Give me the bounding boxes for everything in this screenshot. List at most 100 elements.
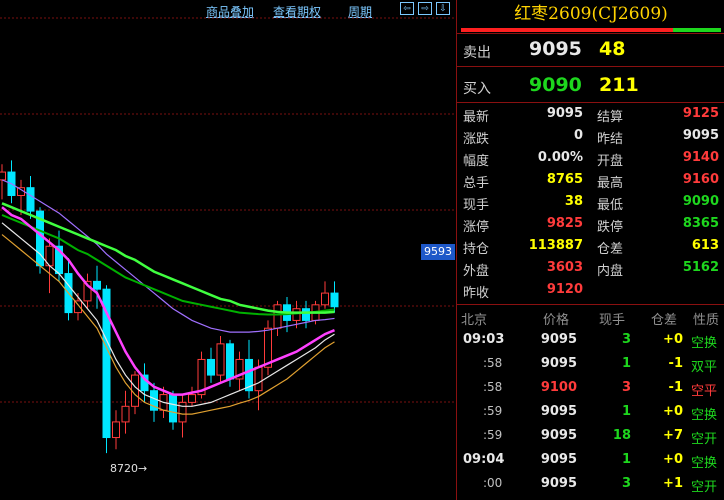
tick-oi-change: +7	[663, 428, 683, 443]
col-nature-header: 性质	[693, 313, 720, 328]
candle-body	[26, 187, 35, 212]
tick-oi-change: +1	[663, 476, 683, 491]
stat-value: 8365	[682, 216, 719, 231]
stat-label: 开盘	[597, 154, 624, 169]
buy-price[interactable]: 9090	[529, 74, 582, 96]
tick-row[interactable]: :00 9095 3 +1 空开	[457, 476, 724, 500]
stat-label: 结算	[597, 110, 624, 125]
stat-value: 5162	[682, 260, 719, 275]
stat-value: 113887	[528, 238, 583, 253]
buy-volume: 211	[599, 74, 639, 96]
tick-row[interactable]: :59 9095 1 +0 空换	[457, 404, 724, 428]
tick-nature: 空换	[691, 336, 718, 351]
tick-time: :58	[483, 380, 503, 394]
tick-oi-change: -1	[668, 380, 683, 395]
tick-nature: 双平	[691, 360, 718, 375]
tick-volume: 3	[621, 332, 631, 347]
tick-volume: 18	[612, 428, 631, 443]
stats-row: 涨停 9825 跌停 8365	[457, 216, 724, 238]
tick-volume: 3	[621, 380, 631, 395]
tick-row[interactable]: :58 9095 1 -1 双平	[457, 356, 724, 380]
tick-oi-change: +0	[663, 332, 683, 347]
stat-label: 最高	[597, 176, 624, 191]
tick-price: 9095	[540, 476, 577, 491]
stats-row: 总手 8765 最高 9160	[457, 172, 724, 194]
sell-price[interactable]: 9095	[529, 38, 582, 60]
kline-chart-panel[interactable]: 商品叠加 查看期权 周期 ⇦ ⇨ ⇩ 9593 8720→	[0, 0, 456, 500]
tick-time: :58	[483, 356, 503, 370]
stats-row: 持仓 113887 仓差 613	[457, 238, 724, 260]
stat-value: 9095	[682, 128, 719, 143]
stat-value: 9120	[546, 282, 583, 297]
tick-row[interactable]: :59 9095 18 +7 空开	[457, 428, 724, 452]
sell-label: 卖出	[463, 45, 491, 61]
tick-price: 9100	[540, 380, 577, 395]
tick-price: 9095	[540, 452, 577, 467]
candle-body	[188, 394, 196, 403]
stat-value: 9825	[546, 216, 583, 231]
col-time-header: 北京	[461, 313, 488, 328]
stat-label: 内盘	[597, 264, 624, 279]
stat-label: 总手	[463, 176, 490, 191]
divider	[457, 66, 724, 67]
tick-row[interactable]: 09:04 9095 1 +0 空换	[457, 452, 724, 476]
tick-time: 09:04	[463, 452, 505, 467]
candle-body	[207, 358, 215, 376]
quote-panel: 红枣2609(CJ2609) 卖出 9095 48 买入 9090 211 最新…	[456, 0, 724, 500]
stat-value: 3603	[546, 260, 583, 275]
candle-body	[330, 292, 339, 308]
col-oi-header: 仓差	[651, 313, 678, 328]
tick-time: :59	[483, 404, 503, 418]
candle-body	[112, 421, 120, 439]
stat-value: 0	[573, 128, 583, 143]
stats-row: 昨收 9120	[457, 282, 724, 304]
stat-value: 9160	[682, 172, 719, 187]
stat-label: 最新	[463, 110, 490, 125]
stat-label: 持仓	[463, 242, 490, 257]
divider	[457, 304, 724, 305]
stat-value: 8765	[546, 172, 583, 187]
tick-volume: 1	[621, 452, 631, 467]
stat-value: 9125	[682, 106, 719, 121]
stat-value: 613	[691, 238, 719, 253]
stat-label: 昨收	[463, 286, 490, 301]
stat-label: 涨停	[463, 220, 490, 235]
stat-value: 0.00%	[537, 150, 583, 165]
candle-body	[169, 394, 177, 423]
candle-body	[302, 308, 310, 321]
tick-oi-change: +0	[663, 452, 683, 467]
tick-volume: 1	[621, 404, 631, 419]
buy-strength-bar	[461, 28, 673, 32]
candle-body	[0, 171, 6, 181]
low-price-label: 8720→	[110, 462, 148, 475]
col-price-header: 价格	[543, 313, 570, 328]
tick-row[interactable]: 09:03 9095 3 +0 空换	[457, 332, 724, 356]
stat-label: 外盘	[463, 264, 490, 279]
crosshair-price-tag: 9593	[421, 244, 455, 260]
divider	[457, 102, 724, 103]
tick-nature: 空开	[691, 480, 718, 495]
candle-body	[93, 280, 101, 290]
buy-label: 买入	[463, 81, 491, 97]
sell-strength-bar	[673, 28, 721, 32]
tick-time: :00	[483, 476, 503, 490]
kline-svg	[0, 17, 456, 454]
stat-label: 涨跌	[463, 132, 490, 147]
stat-label: 最低	[597, 198, 624, 213]
stat-value: 38	[564, 194, 583, 209]
candle-body	[254, 366, 263, 392]
stat-value: 9095	[546, 106, 583, 121]
tick-time: 09:03	[463, 332, 505, 347]
tick-nature: 空换	[691, 456, 718, 471]
stat-value: 9140	[682, 150, 719, 165]
sell-volume: 48	[599, 38, 626, 60]
tick-row[interactable]: :58 9100 3 -1 空平	[457, 380, 724, 404]
stats-row: 涨跌 0 昨结 9095	[457, 128, 724, 150]
stat-label: 昨结	[597, 132, 624, 147]
tick-price: 9095	[540, 332, 577, 347]
tick-nature: 空平	[691, 384, 718, 399]
tick-time: :59	[483, 428, 503, 442]
stat-label: 仓差	[597, 242, 624, 257]
tick-price: 9095	[540, 356, 577, 371]
col-volume-header: 现手	[599, 313, 626, 328]
